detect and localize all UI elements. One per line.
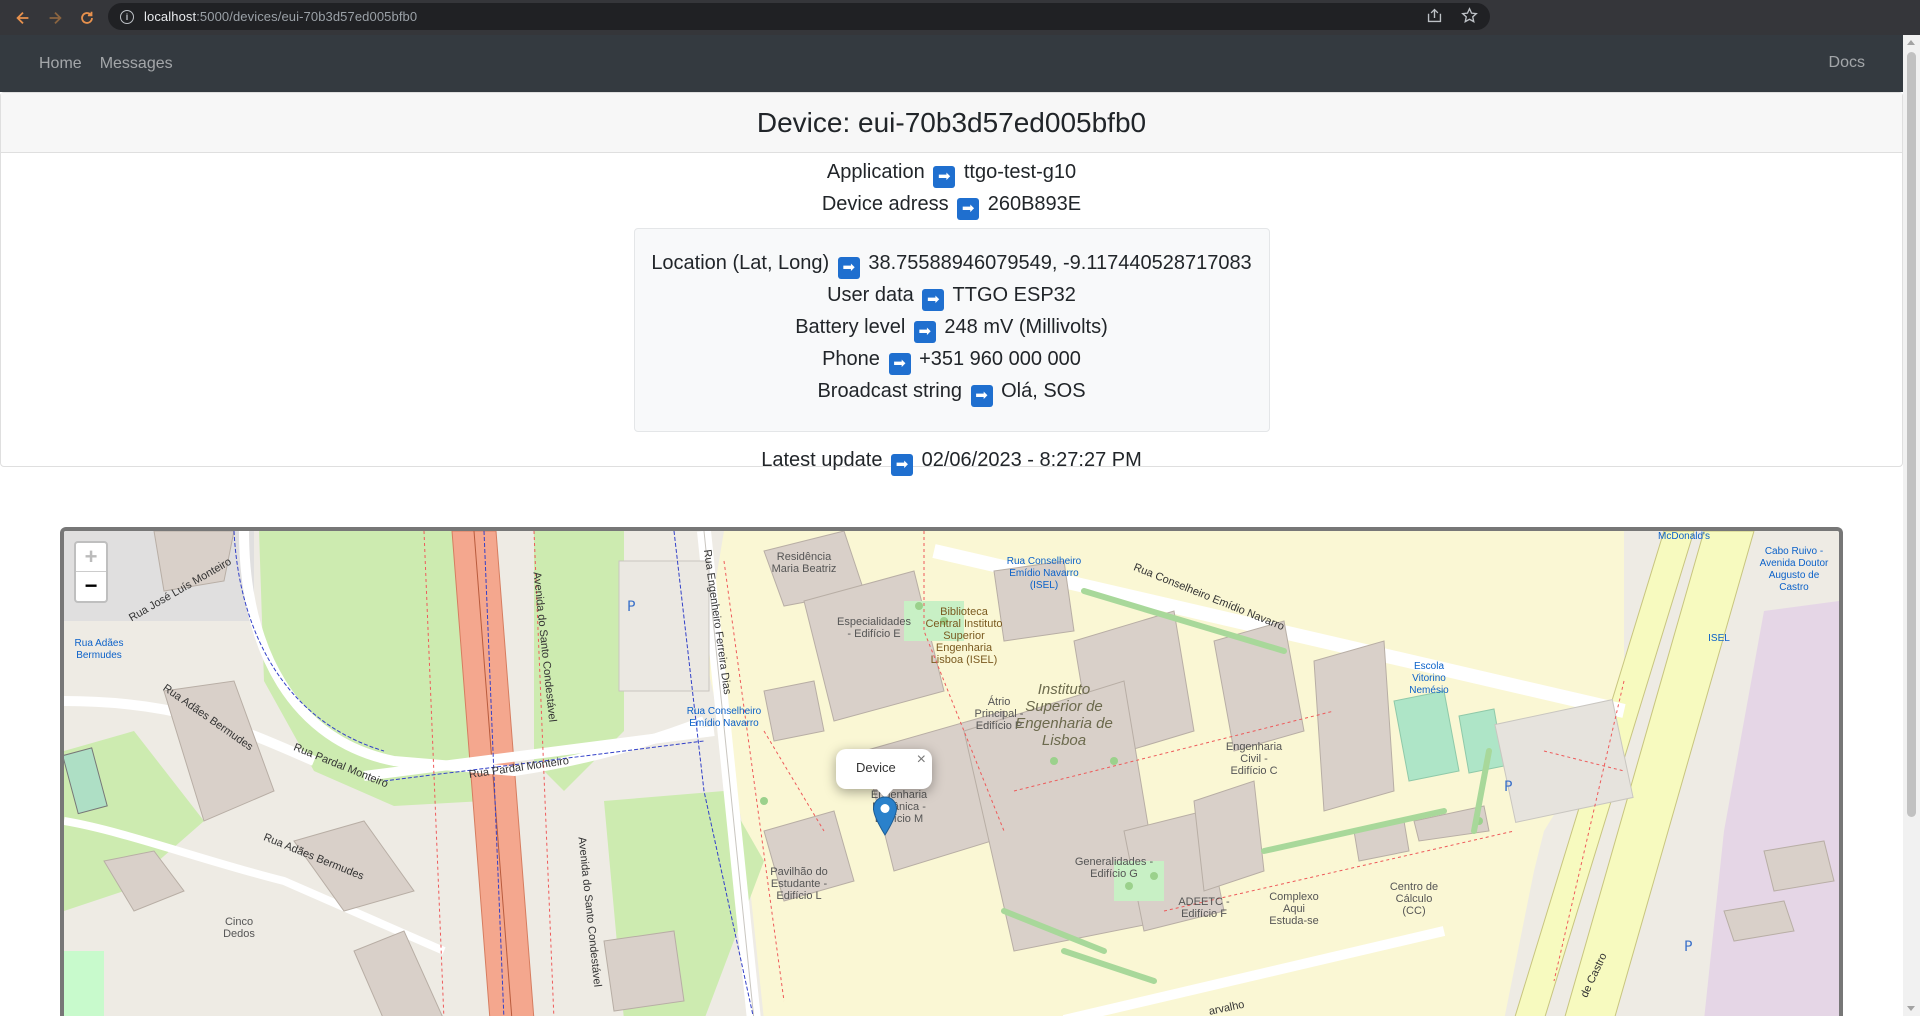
location-label: Location (Lat, Long) xyxy=(651,252,830,274)
scroll-up-arrow-icon[interactable] xyxy=(1907,40,1915,45)
map-label-bus-stop: Rua Conselheiro Emídio Navarro (ISEL) xyxy=(1006,556,1082,591)
svg-text:P: P xyxy=(627,599,635,615)
map-label-cinco-dedos: Cinco Dedos xyxy=(223,916,255,940)
map-label-biblioteca: Biblioteca Central Instituto Superior En… xyxy=(925,606,1003,666)
marker-popup: Device × xyxy=(836,749,932,798)
arrow-icon: ➡ xyxy=(891,454,914,476)
userdata-value: TTGO ESP32 xyxy=(952,284,1076,306)
arrow-icon: ➡ xyxy=(922,289,945,311)
map-label-eng-civil: Engenharia Civil - Edifício C xyxy=(1225,741,1283,777)
top-navbar: Home Messages Docs xyxy=(0,35,1903,92)
phone-row: Phone ➡ +351 960 000 000 xyxy=(635,343,1269,375)
share-icon[interactable] xyxy=(1426,7,1443,24)
map-label-especialidades: Especialidades - Edifício E xyxy=(837,616,911,640)
arrow-icon: ➡ xyxy=(970,385,993,407)
broadcast-row: Broadcast string ➡ Olá, SOS xyxy=(635,375,1269,407)
battery-label: Battery level xyxy=(795,316,906,338)
application-label: Application xyxy=(826,161,925,183)
map-label-centro-calculo: Centro de Cálculo (CC) xyxy=(1389,881,1439,917)
popup-close-button[interactable]: × xyxy=(917,751,926,769)
map-marker-icon[interactable] xyxy=(872,796,898,836)
location-row: Location (Lat, Long) ➡ 38.75588946079549… xyxy=(635,247,1269,279)
userdata-label: User data xyxy=(827,284,914,306)
map-label-bus-stop: Cabo Ruivo - Avenida Doutor Augusto de C… xyxy=(1759,546,1829,593)
map-label-complexo: Complexo Aqui Estuda-se xyxy=(1269,891,1319,927)
latest-update-label: Latest update xyxy=(761,449,883,471)
arrow-icon: ➡ xyxy=(957,198,980,220)
map-label-bus-stop: Rua Conselheiro Emídio Navarro xyxy=(686,706,762,729)
arrow-icon: ➡ xyxy=(913,321,936,343)
svg-text:P: P xyxy=(1504,779,1512,795)
reload-button[interactable] xyxy=(72,3,102,33)
battery-value: 248 mV (Millivolts) xyxy=(944,316,1108,338)
nav-docs-link[interactable]: Docs xyxy=(1829,54,1865,72)
card-header: Device: eui-70b3d57ed005bfb0 xyxy=(1,93,1902,153)
map-label-adeetc: ADEETC - Edifício F xyxy=(1178,896,1230,920)
map-label-generalidades: Generalidades - Edifício G xyxy=(1074,856,1154,880)
browser-toolbar: i localhost:5000/devices/eui-70b3d57ed00… xyxy=(0,0,1920,35)
application-row: Application ➡ ttgo-test-g10 xyxy=(1,156,1902,188)
address-row: Device adress ➡ 260B893E xyxy=(1,188,1902,220)
address-value: 260B893E xyxy=(987,193,1082,215)
svg-text:P: P xyxy=(1684,939,1692,955)
map-tiles[interactable]: P P P xyxy=(64,531,1839,1016)
latest-update-value: 02/06/2023 - 8:27:27 PM xyxy=(921,449,1142,471)
scrollbar-thumb[interactable] xyxy=(1907,52,1916,817)
forward-button[interactable] xyxy=(40,3,70,33)
forward-arrow-icon xyxy=(49,11,62,24)
payload-panel: Location (Lat, Long) ➡ 38.75588946079549… xyxy=(633,228,1270,432)
latest-update-row: Latest update ➡ 02/06/2023 - 8:27:27 PM xyxy=(1,444,1902,476)
device-card: Device: eui-70b3d57ed005bfb0 Application… xyxy=(0,92,1903,476)
address-label: Device adress xyxy=(821,193,949,215)
battery-row: Battery level ➡ 248 mV (Millivolts) xyxy=(635,311,1269,343)
phone-label: Phone xyxy=(822,348,880,370)
map-label-isel: ISEL xyxy=(1708,633,1730,644)
scroll-down-arrow-icon[interactable] xyxy=(1907,1006,1915,1011)
map-label-residencia: Residência Maria Beatriz xyxy=(771,551,837,575)
device-map[interactable]: P P P Residência Maria Beatriz Especiali… xyxy=(60,527,1843,1016)
broadcast-label: Broadcast string xyxy=(817,380,962,402)
zoom-out-button[interactable]: − xyxy=(76,572,106,601)
map-label-mcdonalds: McDonald's xyxy=(1658,531,1710,542)
arrow-icon: ➡ xyxy=(837,257,860,279)
phone-value: +351 960 000 000 xyxy=(919,348,1081,370)
info-icon[interactable]: i xyxy=(120,9,134,24)
map-label-bus-stop: Rua Adães Bermudes xyxy=(74,638,124,661)
zoom-control: + − xyxy=(74,541,108,603)
userdata-row: User data ➡ TTGO ESP32 xyxy=(635,279,1269,311)
map-label-instituto: Instituto Superior de Engenharia de Lisb… xyxy=(1015,681,1113,749)
nav-home-link[interactable]: Home xyxy=(39,55,82,73)
nav-messages-link[interactable]: Messages xyxy=(100,55,173,73)
url-text: localhost:5000/devices/eui-70b3d57ed005b… xyxy=(144,9,418,24)
zoom-in-button[interactable]: + xyxy=(76,543,106,572)
address-bar[interactable]: i localhost:5000/devices/eui-70b3d57ed00… xyxy=(108,3,1490,30)
arrow-icon: ➡ xyxy=(888,353,911,375)
reload-icon xyxy=(81,11,93,24)
popup-text: Device xyxy=(856,760,896,775)
application-value: ttgo-test-g10 xyxy=(963,161,1077,183)
map-label-bus-stop: Escola Vitorino Nemésio xyxy=(1409,661,1449,696)
arrow-icon: ➡ xyxy=(933,166,956,188)
page-scrollbar[interactable] xyxy=(1903,35,1920,1016)
broadcast-value: Olá, SOS xyxy=(1001,380,1086,402)
map-label-pavilhao: Pavilhão do Estudante - Edifício L xyxy=(770,866,828,902)
device-title: Device: eui-70b3d57ed005bfb0 xyxy=(756,106,1147,138)
location-value: 38.75588946079549, -9.117440528717083 xyxy=(868,252,1252,274)
back-button[interactable] xyxy=(8,3,38,33)
back-arrow-icon xyxy=(16,11,29,24)
bookmark-star-icon[interactable] xyxy=(1461,7,1478,24)
